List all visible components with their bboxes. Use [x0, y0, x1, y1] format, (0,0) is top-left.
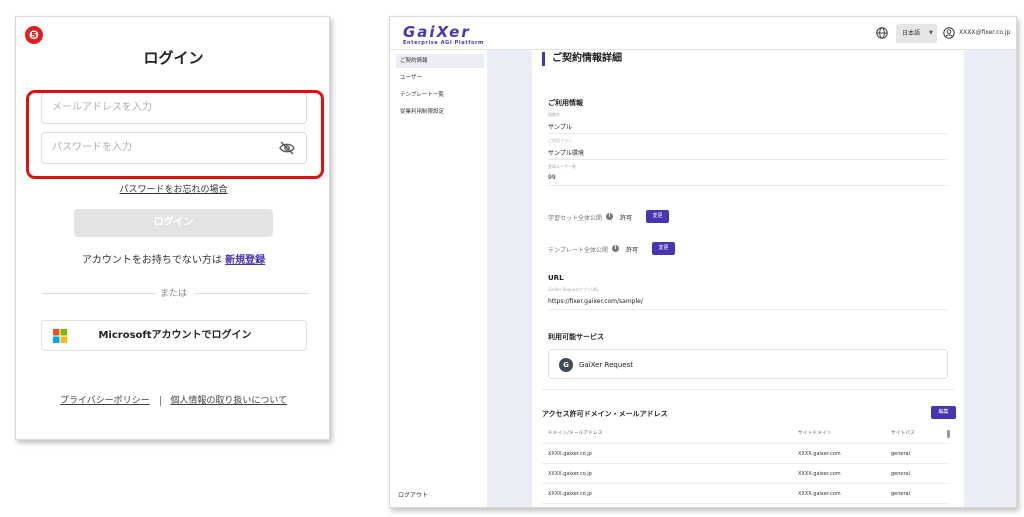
content-card: ご契約情報詳細 ご利用情報 組織名 サンプル ご利用プラン サンプル環境 登録ユ… — [532, 50, 964, 507]
logout-link[interactable]: ログアウト — [398, 490, 428, 499]
step-number-badge: ❺ — [25, 26, 43, 44]
sidebar-item-usage-restrictions[interactable]: 従業利用制限設定 — [396, 105, 484, 119]
sidebar: ご契約情報 ユーザー テンプレート一覧 従業利用制限設定 ログアウト — [390, 50, 488, 507]
field-underline — [548, 133, 948, 134]
forgot-password-link[interactable]: パスワードをお忘れの場合 — [16, 182, 331, 195]
brand-subtitle: Enterprise AGI Platform — [403, 40, 484, 46]
site-domain-cell: XXXX.gaixer.com — [798, 451, 841, 457]
template-public-label: テンプレート全体公開 — [548, 247, 608, 254]
gaixer-request-icon: G — [559, 358, 573, 372]
site-domain-cell: XXXX.gaixer.com — [798, 471, 841, 477]
edit-button[interactable]: 編集 — [931, 406, 956, 419]
learning-set-public-label: 学習セット全体公開 — [548, 215, 603, 222]
caret-down-icon: ▼ — [929, 30, 933, 36]
learning-set-change-button[interactable]: 変更 — [646, 210, 669, 223]
column-header-site-domain: サイトドメイン — [798, 431, 832, 436]
access-domains-title: アクセス許可ドメイン・メールアドレス — [542, 410, 668, 418]
usage-info-title: ご利用情報 — [548, 99, 583, 107]
language-value: 日本語 — [902, 30, 921, 37]
table-row: XXXX.gaixer.co.jp XXXX.gaixer.com genera… — [542, 484, 950, 504]
app-url-value: https://fixer.gaixer.com/sample/ — [548, 298, 643, 305]
app-header: GaiXer Enterprise AGI Platform 日本語 ▼ XXX… — [390, 17, 1016, 50]
domain-cell: XXXX.gaixer.co.jp — [548, 491, 592, 497]
sidebar-item-templates[interactable]: テンプレート一覧 — [396, 88, 484, 102]
field-underline — [548, 185, 948, 186]
privacy-policy-link[interactable]: プライバシーポリシー — [60, 396, 150, 406]
access-domains-section: アクセス許可ドメイン・メールアドレス 編集 ドメイン/メールアドレス サイトドメ… — [542, 402, 956, 507]
microsoft-login-label: Microsoftアカウントでログイン — [98, 330, 252, 341]
available-services-title: 利用可能サービス — [548, 333, 604, 341]
service-name: GaiXer Request — [579, 361, 633, 369]
user-count-label: 登録ユーザー数 — [548, 164, 576, 169]
brand-logo[interactable]: GaiXer — [403, 23, 471, 41]
globe-icon — [876, 27, 888, 39]
org-name-label: 組織名 — [548, 112, 560, 117]
info-icon[interactable]: i — [606, 213, 613, 220]
plan-label: ご利用プラン — [548, 138, 572, 143]
org-name-value: サンプル — [548, 124, 572, 131]
user-email: XXXX@fixer.co.jp — [959, 29, 1011, 36]
domain-cell: XXXX.gaixer.co.jp — [548, 451, 592, 457]
field-underline — [548, 309, 948, 310]
template-change-button[interactable]: 変更 — [652, 242, 675, 255]
learning-set-public-status: 許可 — [620, 215, 633, 222]
login-button[interactable]: ログイン — [74, 209, 273, 237]
site-domain-cell: XXXX.gaixer.com — [798, 491, 841, 497]
table-scrollbar[interactable] — [947, 430, 950, 438]
page-title: ご契約情報詳細 — [542, 52, 622, 66]
table-row: XXXX.gaixer.co.jp XXXX.gaixer.com genera… — [542, 464, 950, 484]
login-title: ログイン — [143, 49, 204, 67]
sidebar-item-users[interactable]: ユーザー — [396, 71, 484, 85]
service-card[interactable]: G GaiXer Request — [548, 349, 948, 379]
user-account-icon[interactable] — [943, 27, 955, 39]
language-select[interactable]: 日本語 ▼ — [896, 24, 937, 43]
footer-separator — [159, 395, 161, 406]
column-header-site-path: サイトパス — [891, 431, 915, 436]
footer-links: プライバシーポリシー 個人情報の取り扱いについて — [16, 393, 331, 406]
personal-info-link[interactable]: 個人情報の取り扱いについて — [170, 396, 287, 406]
app-url-label: GaiXer RequestアプリURL — [548, 287, 599, 292]
info-icon[interactable]: i — [612, 245, 619, 252]
site-path-cell: general — [891, 471, 911, 477]
highlight-annotation-box — [26, 90, 324, 179]
no-account-text: アカウントをお持ちでない方は — [81, 255, 222, 266]
user-count-value: 99 — [548, 174, 556, 181]
site-path-cell: general — [891, 491, 911, 497]
template-public-status: 許可 — [626, 247, 639, 254]
register-link[interactable]: 新規登録 — [225, 255, 265, 266]
plan-value: サンプル環境 — [548, 150, 584, 157]
main-area: ご契約情報詳細 ご利用情報 組織名 サンプル ご利用プラン サンプル環境 登録ユ… — [488, 50, 1016, 507]
site-path-cell: general — [891, 451, 911, 457]
contract-details-app: GaiXer Enterprise AGI Platform 日本語 ▼ XXX… — [389, 16, 1017, 508]
usage-info-section: ご利用情報 組織名 サンプル ご利用プラン サンプル環境 登録ユーザー数 99 … — [542, 90, 954, 390]
divider-right — [195, 293, 308, 294]
register-row: アカウントをお持ちでない方は 新規登録 — [16, 251, 331, 266]
column-header-domain: ドメイン/メールアドレス — [548, 431, 603, 436]
sidebar-item-contract-info[interactable]: ご契約情報 — [396, 54, 484, 68]
table-row: XXXX.gaixer.co.jp XXXX.gaixer.com genera… — [542, 444, 950, 464]
field-underline — [548, 159, 948, 160]
table-header-row: ドメイン/メールアドレス サイトドメイン サイトパス — [542, 424, 950, 444]
login-panel: ❺ ログイン メールアドレスを入力 パスワードを入力 パスワードをお忘れの場合 … — [15, 16, 330, 440]
microsoft-login-button[interactable]: Microsoftアカウントでログイン — [41, 320, 307, 351]
domain-cell: XXXX.gaixer.co.jp — [548, 471, 592, 477]
url-section-title: URL — [548, 274, 564, 282]
